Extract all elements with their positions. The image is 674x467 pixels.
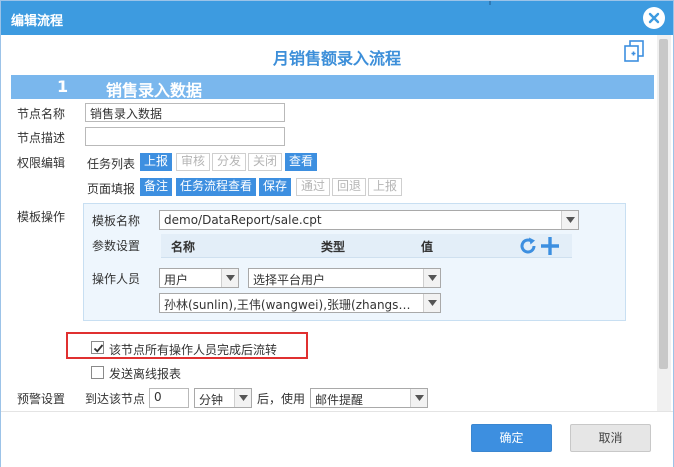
refresh-icon[interactable] (518, 236, 538, 256)
operator-source-value: 选择平台用户 (253, 273, 326, 287)
offline-report-label: 发送离线报表 (109, 367, 182, 381)
warning-label: 预警设置 (17, 392, 66, 406)
section-label: 销售录入数据 (106, 81, 203, 100)
warning-method-select[interactable]: 邮件提醒 (310, 388, 428, 408)
param-table-header: 名称 类型 值 (161, 234, 572, 258)
warning-unit-value: 分钟 (199, 393, 224, 407)
warning-unit-select[interactable]: 分钟 (194, 388, 252, 408)
template-name-label: 模板名称 (92, 214, 141, 228)
task-tag-distribute[interactable]: 分发 (212, 153, 247, 171)
param-col-value: 值 (421, 240, 434, 254)
fill-tag-note[interactable]: 备注 (140, 178, 173, 196)
template-name-select[interactable]: demo/DataReport/sale.cpt (159, 210, 579, 230)
confirm-button[interactable]: 确定 (471, 424, 552, 452)
node-section-header: 1 销售录入数据 (11, 75, 654, 100)
fill-tag-flow-view[interactable]: 任务流程查看 (176, 178, 257, 196)
operator-type-value: 用户 (164, 273, 189, 287)
param-col-type: 类型 (321, 240, 346, 254)
node-name-input[interactable]: 销售录入数据 (85, 103, 285, 122)
node-name-label: 节点名称 (17, 107, 66, 121)
chevron-down-icon[interactable] (423, 294, 440, 312)
offline-report-checkbox[interactable] (91, 366, 104, 379)
chevron-down-icon[interactable] (234, 389, 251, 407)
highlight-box (66, 332, 308, 359)
task-list-label: 任务列表 (87, 157, 136, 171)
background-strip (489, 1, 491, 5)
node-desc-input[interactable] (85, 127, 285, 146)
flow-heading: 月销售额录入流程 (272, 49, 401, 68)
page-fill-label: 页面填报 (87, 182, 136, 196)
chevron-down-icon[interactable] (423, 269, 440, 287)
warning-prefix: 到达该节点 (85, 392, 146, 406)
warning-middle: 后，使用 (257, 392, 306, 406)
fill-tag-save[interactable]: 保存 (259, 178, 292, 196)
task-tag-review[interactable]: 审核 (176, 153, 211, 171)
operator-label: 操作人员 (92, 272, 141, 286)
close-icon[interactable] (643, 7, 665, 29)
task-tag-view[interactable]: 查看 (285, 153, 318, 171)
section-number: 1 (57, 77, 69, 96)
fill-tag-approve[interactable]: 通过 (296, 178, 331, 196)
template-name-value: demo/DataReport/sale.cpt (164, 213, 322, 227)
perm-label: 权限编辑 (17, 156, 66, 170)
edit-flow-dialog: 编辑流程 月销售额录入流程 1 销售录入数据 节点名称 销售录入数据 节点描述 … (0, 0, 674, 467)
task-tag-close[interactable]: 关闭 (248, 153, 283, 171)
dialog-titlebar: 编辑流程 (1, 1, 673, 35)
task-tag-report[interactable]: 上报 (140, 153, 173, 171)
cancel-button[interactable]: 取消 (570, 424, 651, 452)
param-col-name: 名称 (171, 240, 196, 254)
chevron-down-icon[interactable] (410, 389, 427, 407)
warning-method-value: 邮件提醒 (315, 393, 364, 407)
fill-tag-submit[interactable]: 上报 (368, 178, 403, 196)
plus-icon[interactable] (539, 235, 561, 257)
warning-amount-input[interactable]: 0 (149, 388, 189, 408)
operator-source-select[interactable]: 选择平台用户 (248, 268, 441, 288)
operator-users-select[interactable]: 孙林(sunlin),王伟(wangwei),张珊(zhangshan... (159, 293, 441, 313)
chevron-down-icon[interactable] (221, 269, 238, 287)
param-label: 参数设置 (92, 239, 141, 253)
operator-type-select[interactable]: 用户 (159, 268, 239, 288)
chevron-down-icon[interactable] (561, 211, 578, 229)
scrollbar-thumb[interactable] (659, 39, 668, 369)
dialog-title: 编辑流程 (11, 14, 64, 29)
template-section-label: 模板操作 (17, 210, 66, 224)
fill-tag-rollback[interactable]: 回退 (332, 178, 367, 196)
template-panel: 模板名称 demo/DataReport/sale.cpt 参数设置 名称 类型… (83, 203, 626, 321)
copy-icon[interactable] (622, 39, 646, 63)
operator-users-value: 孙林(sunlin),王伟(wangwei),张珊(zhangshan... (164, 298, 418, 312)
node-desc-label: 节点描述 (17, 131, 66, 145)
